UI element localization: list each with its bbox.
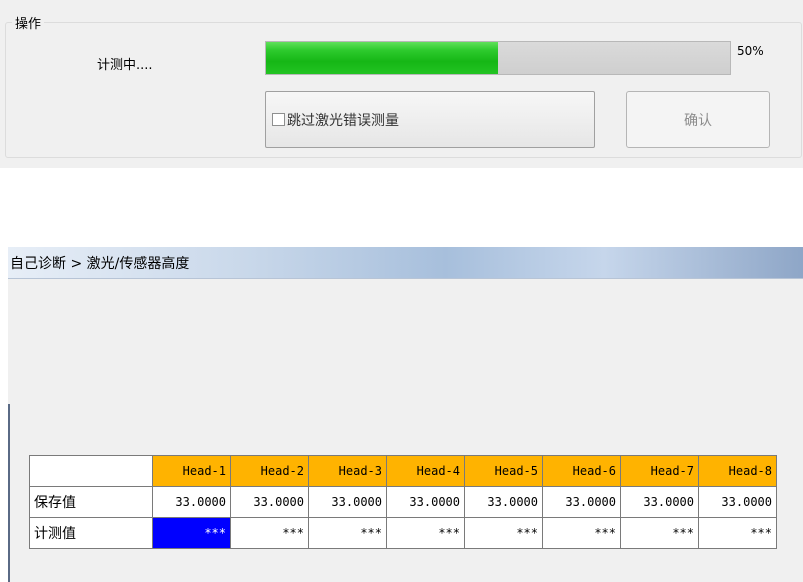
column-header-head-2: Head-2 xyxy=(230,455,309,487)
table-cell[interactable]: *** xyxy=(542,517,621,549)
table-cell[interactable]: 33.0000 xyxy=(230,486,309,518)
table-cell[interactable]: *** xyxy=(464,517,543,549)
column-header-head-8: Head-8 xyxy=(698,455,777,487)
progress-bar-fill xyxy=(266,42,498,74)
table-header-row: Head-1 Head-2 Head-3 Head-4 Head-5 Head-6 Head… xyxy=(29,455,777,487)
table-corner-cell xyxy=(29,455,153,487)
table-cell[interactable]: *** xyxy=(308,517,387,549)
table-cell[interactable]: 33.0000 xyxy=(620,486,699,518)
table-row: 计测值 *** *** *** *** *** *** *** *** xyxy=(29,517,777,549)
column-header-head-4: Head-4 xyxy=(386,455,465,487)
column-header-head-5: Head-5 xyxy=(464,455,543,487)
skip-laser-error-label: 跳过激光错误测量 xyxy=(287,112,399,129)
panel-divider xyxy=(8,404,10,582)
breadcrumb: 自己诊断 > 激光/传感器高度 xyxy=(8,247,803,279)
table-cell[interactable]: *** xyxy=(698,517,777,549)
table-row: 保存值 33.0000 33.0000 33.0000 33.0000 33.0000 33… xyxy=(29,486,777,518)
table-cell[interactable]: 33.0000 xyxy=(698,486,777,518)
table-cell[interactable]: 33.0000 xyxy=(464,486,543,518)
laser-height-table: Head-1 Head-2 Head-3 Head-4 Head-5 Head-6 Head… xyxy=(29,455,777,549)
breadcrumb-text: 自己诊断 > 激光/传感器高度 xyxy=(10,255,190,272)
skip-laser-error-checkbox[interactable] xyxy=(272,113,285,126)
table-cell[interactable]: *** xyxy=(620,517,699,549)
measuring-status-label: 计测中.... xyxy=(97,58,153,73)
progress-bar xyxy=(265,41,731,75)
table-cell[interactable]: *** xyxy=(386,517,465,549)
progress-percent-text: 50% xyxy=(737,44,764,58)
skip-laser-error-button[interactable]: 跳过激光错误测量 xyxy=(265,91,595,148)
row-label: 保存值 xyxy=(29,486,153,518)
row-label: 计测值 xyxy=(29,517,153,549)
column-header-head-1: Head-1 xyxy=(152,455,231,487)
operation-panel: 操作 计测中.... 50% 跳过激光错误测量 确认 xyxy=(0,0,803,168)
column-header-head-7: Head-7 xyxy=(620,455,699,487)
table-cell[interactable]: 33.0000 xyxy=(152,486,231,518)
table-cell[interactable]: *** xyxy=(230,517,309,549)
table-cell[interactable]: 33.0000 xyxy=(386,486,465,518)
table-cell[interactable]: *** xyxy=(152,517,231,549)
operation-group-title: 操作 xyxy=(12,13,45,32)
column-header-head-6: Head-6 xyxy=(542,455,621,487)
column-header-head-3: Head-3 xyxy=(308,455,387,487)
table-cell[interactable]: 33.0000 xyxy=(308,486,387,518)
table-cell[interactable]: 33.0000 xyxy=(542,486,621,518)
confirm-button[interactable]: 确认 xyxy=(626,91,770,148)
